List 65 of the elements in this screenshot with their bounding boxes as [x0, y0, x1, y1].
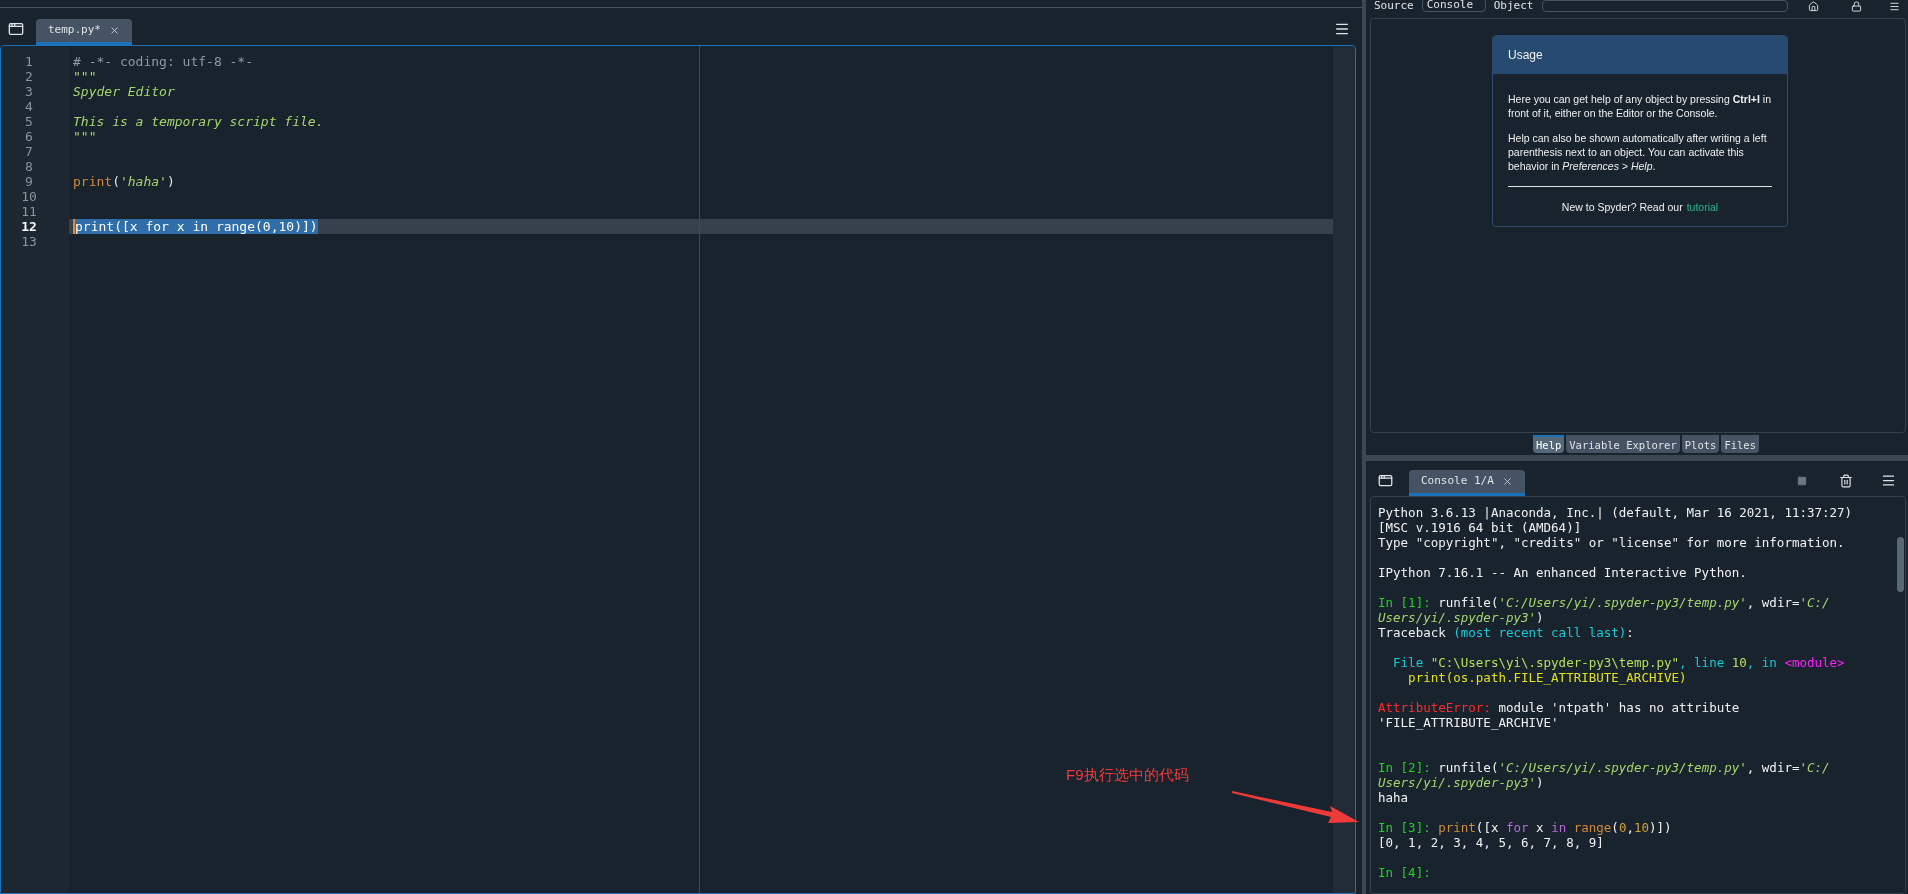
line-number: 11	[21, 204, 37, 219]
console-line: In [1]: runfile('C:/Users/yi/.spyder-py3/temp.py', wdir='C:/	[1378, 595, 1830, 610]
pane-tab[interactable]: Help	[1533, 435, 1565, 453]
console-line: print(os.path.FILE_ATTRIBUTE_ARCHIVE)	[1407, 670, 1687, 685]
tab[interactable]: Console 1/A	[1409, 470, 1525, 496]
line-number: 1	[25, 54, 33, 69]
line-number: 2	[25, 69, 33, 84]
line-number: 6	[25, 129, 33, 144]
console-line: Traceback (most recent call last):	[1378, 625, 1634, 640]
annotation-text: F9执行选中的代码	[1066, 765, 1189, 785]
source-dropdown[interactable]: Console	[1421, 0, 1486, 12]
lock-icon[interactable]	[1850, 1, 1862, 12]
object-field[interactable]	[1541, 0, 1788, 12]
menu-icon[interactable]	[1334, 21, 1350, 37]
console-line: Users/yi/.spyder-py3')	[1378, 775, 1544, 790]
menu-icon[interactable]	[1889, 1, 1900, 12]
line-number: 10	[21, 189, 37, 204]
home-icon[interactable]	[1807, 1, 1819, 12]
console-line: Type "copyright", "credits" or "license" for more information.	[1378, 535, 1845, 550]
console-line: File "C:\Users\yi\.spyder-py3\temp.py", line 10, in <module>	[1392, 655, 1845, 670]
code-line: print('haha')	[73, 174, 175, 189]
source-label: Source	[1374, 0, 1414, 12]
line-number: 12	[21, 219, 37, 234]
tutorial-link[interactable]: tutorial	[1686, 200, 1719, 214]
console-line: haha	[1378, 790, 1409, 805]
console-line: 'FILE_ATTRIBUTE_ARCHIVE'	[1378, 715, 1559, 730]
console-line: In [4]:	[1378, 865, 1431, 880]
line-number: 9	[25, 174, 33, 189]
pane-tab[interactable]: Files	[1721, 435, 1759, 453]
footer-text: New to Spyder? Read our	[1561, 200, 1683, 214]
trash-icon[interactable]	[1839, 474, 1853, 488]
line-number: 13	[21, 234, 37, 249]
line-number: 5	[25, 114, 33, 129]
tab[interactable]: temp.py*	[36, 19, 132, 45]
line-number: 7	[25, 144, 33, 159]
usage-text: Help can also be shown automatically after writing a left parenthesis next to an object. You can activate this behavior in Preferences > Help.	[1508, 131, 1768, 173]
object-label: Object	[1493, 0, 1534, 12]
console-line: [MSC v.1916 64 bit (AMD64)]	[1378, 520, 1582, 535]
line-number: 8	[25, 159, 33, 174]
code-line: """	[73, 69, 97, 84]
code-line: Spyder Editor	[73, 84, 175, 99]
console-line: [0, 1, 2, 3, 4, 5, 6, 7, 8, 9]	[1378, 835, 1604, 850]
menu-icon[interactable]	[1881, 473, 1896, 488]
console-line: In [3]: print([x for x in range(0,10)])	[1378, 820, 1672, 835]
code-line: This is a temporary script file.	[73, 114, 324, 129]
scrollbar[interactable]	[1333, 46, 1355, 893]
pane-icon[interactable]	[1378, 473, 1393, 488]
console-line: IPython 7.16.1 -- An enhanced Interactive Python.	[1378, 565, 1747, 580]
line-number: 4	[25, 99, 33, 114]
usage-title: Usage	[1493, 36, 1787, 74]
pane-icon[interactable]	[8, 21, 24, 37]
pane-tab[interactable]: Plots	[1681, 435, 1720, 453]
close-icon[interactable]	[109, 25, 120, 36]
pane-tab[interactable]: Variable Explorer	[1566, 435, 1680, 453]
scrollbar[interactable]	[1895, 497, 1905, 893]
console-line: In [2]: runfile('C:/Users/yi/.spyder-py3/temp.py', wdir='C:/	[1378, 760, 1830, 775]
code-line: """	[73, 129, 97, 144]
line-number: 3	[25, 84, 33, 99]
console-line: Users/yi/.spyder-py3')	[1378, 610, 1544, 625]
console-line: AttributeError: module 'ntpath' has no attribute	[1378, 700, 1740, 715]
console-line: Python 3.6.13 |Anaconda, Inc.| (default, Mar 16 2021, 11:37:27)	[1378, 505, 1853, 520]
stop-icon[interactable]	[1797, 476, 1807, 486]
code-line: # -*- coding: utf-8 -*-	[73, 54, 253, 69]
usage-text: Here you can get help of any object by pressing Ctrl+I in front of it, either on the Editor or the Console.	[1508, 92, 1772, 120]
close-icon[interactable]	[1501, 476, 1513, 487]
